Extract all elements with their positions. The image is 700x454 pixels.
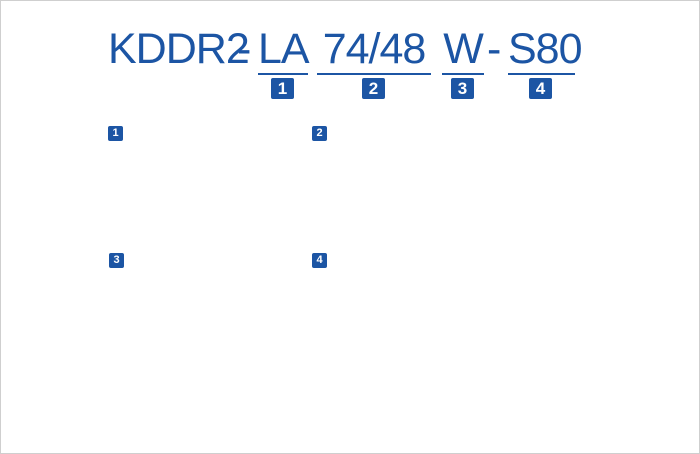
separator-1: - [237, 25, 251, 73]
segment-badge-1: 1 [271, 78, 294, 99]
code-segment-2: 74/48 [317, 25, 431, 75]
section-badge-2: 2 [312, 126, 327, 141]
code-segment-4: S80 [508, 25, 583, 75]
diagram-frame: KDDR2 - LA 74/48 W - S80 1 2 3 4 1 2 3 4 [0, 0, 700, 454]
section-badge-4: 4 [312, 253, 327, 268]
section-badge-1: 1 [108, 126, 123, 141]
model-prefix: KDDR2 [108, 25, 250, 73]
segment-badge-3: 3 [451, 78, 474, 99]
section-badge-3: 3 [109, 253, 124, 268]
segment-badge-4: 4 [529, 78, 552, 99]
segment-badge-2: 2 [362, 78, 385, 99]
code-segment-1: LA [258, 25, 310, 75]
code-segment-3: W [442, 25, 484, 75]
separator-2: - [487, 25, 501, 73]
